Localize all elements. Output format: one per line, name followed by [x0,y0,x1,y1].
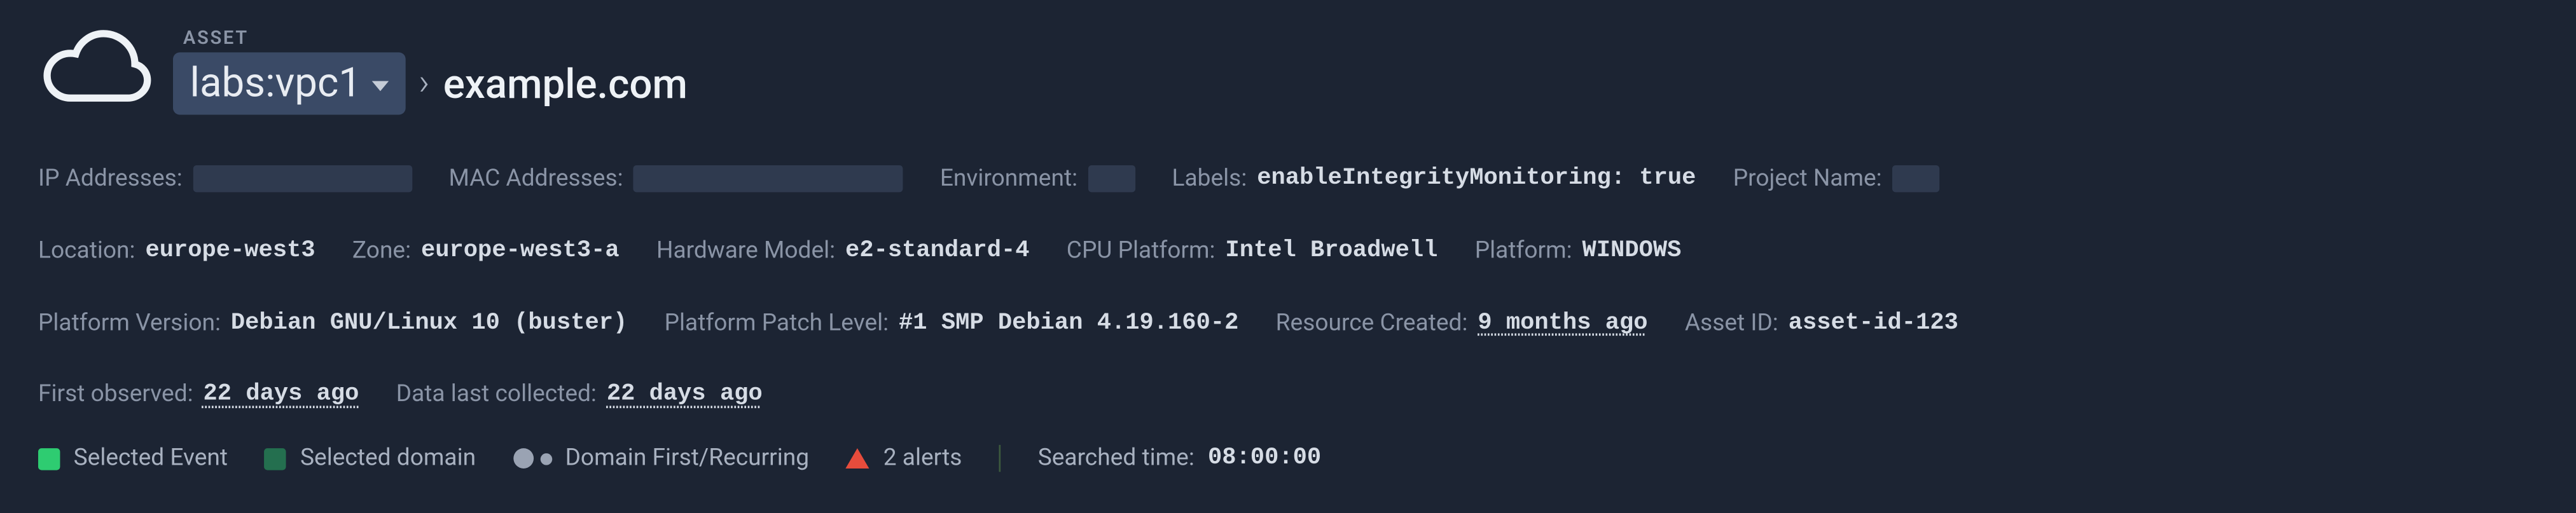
meta-platform: Platform: WINDOWS [1475,226,1682,278]
square-icon [265,448,286,469]
meta-platform-patch: Platform Patch Level: #1 SMP Debian 4.19… [665,298,1239,350]
meta-first-observed: First observed: 22 days ago [38,370,359,422]
square-icon [38,448,60,469]
meta-cpu-platform: CPU Platform: Intel Broadwell [1067,226,1438,278]
asset-domain: example.com [443,60,688,107]
redacted-value [634,166,903,193]
divider [999,445,1001,472]
cloud-icon [38,25,153,116]
meta-asset-id: Asset ID: asset-id-123 [1685,298,1958,350]
dots-icon [513,449,551,469]
redacted-value [1892,166,1939,193]
chevron-right-icon: › [419,62,429,104]
legend-selected-event: Selected Event [38,445,228,472]
meta-environment: Environment: [940,153,1135,205]
meta-project-name: Project Name: [1733,153,1939,205]
redacted-value [193,166,412,193]
legend-row: Selected Event Selected domain Domain Fi… [38,445,2576,472]
redacted-value [1088,166,1135,193]
asset-chip-text: labs:vpc1 [190,59,362,106]
legend-searched-time: Searched time: 08:00:00 [1038,445,1321,472]
meta-platform-version: Platform Version: Debian GNU/Linux 10 (b… [38,298,627,350]
legend-selected-domain: Selected domain [265,445,476,472]
asset-label: ASSET [183,27,688,49]
asset-header: ASSET labs:vpc1 › example.com [38,25,2576,116]
meta-labels: Labels: enableIntegrityMonitoring: true [1172,153,1696,205]
legend-alerts[interactable]: 2 alerts [846,445,962,472]
meta-data-last-collected: Data last collected: 22 days ago [396,370,763,422]
meta-hardware-model: Hardware Model: e2-standard-4 [656,226,1029,278]
meta-resource-created: Resource Created: 9 months ago [1276,298,1648,350]
meta-location: Location: europe-west3 [38,226,315,278]
asset-metadata: IP Addresses: MAC Addresses: Environment… [38,153,2576,421]
meta-mac-addresses: MAC Addresses: [448,153,903,205]
caret-down-icon [371,80,389,90]
alert-triangle-icon [846,449,869,469]
asset-selector-chip[interactable]: labs:vpc1 [173,52,405,114]
meta-ip-addresses: IP Addresses: [38,153,412,205]
legend-domain-first-recurring: Domain First/Recurring [513,445,809,472]
meta-zone: Zone: europe-west3-a [352,226,620,278]
